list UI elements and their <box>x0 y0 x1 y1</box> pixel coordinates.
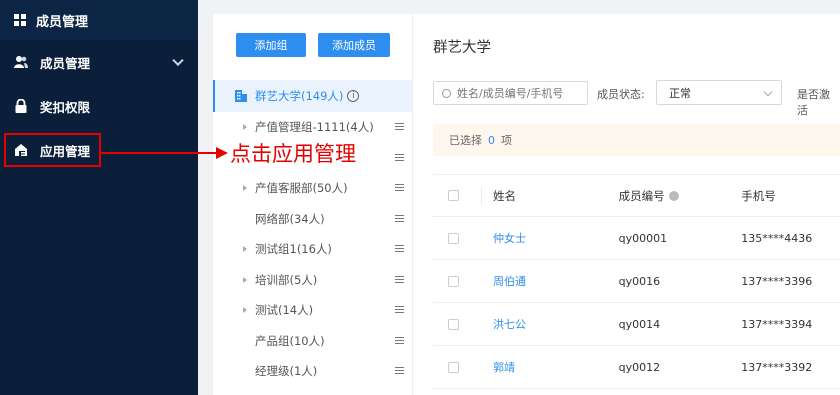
tree-node[interactable]: 测试组1(16人) <box>213 234 412 265</box>
chevron-down-icon <box>172 54 184 67</box>
selection-summary: 已选择 0 项 <box>433 124 840 156</box>
settings-icon[interactable] <box>395 245 404 253</box>
sidebar-item-label: 应用管理 <box>40 143 91 159</box>
tree-node[interactable]: 培训部(5人) <box>213 265 412 296</box>
tree-node[interactable]: 网络部(34人) <box>213 204 412 235</box>
row-checkbox[interactable] <box>448 232 459 244</box>
member-name-link[interactable]: 仲女士 <box>481 228 607 248</box>
tree-root-node[interactable]: 群艺大学(149人) i <box>213 80 412 112</box>
table-row[interactable]: 洪七公 qy0014 137****3394 <box>433 303 840 346</box>
member-table: 姓名 成员编号 手机号 仲女士 qy00001 135****4436 周伯通 … <box>433 174 840 389</box>
column-header-id-label: 成员编号 <box>618 188 665 203</box>
tree-node[interactable]: 产品组(10人) <box>213 326 412 357</box>
grid-icon <box>14 14 26 26</box>
caret-right-icon[interactable] <box>243 185 247 192</box>
tree-node-label: 经理级(1人) <box>255 364 318 379</box>
users-icon <box>14 55 28 69</box>
search-icon <box>442 88 451 98</box>
row-checkbox[interactable] <box>448 275 459 287</box>
select-all-checkbox[interactable] <box>448 190 459 201</box>
tree-root-label: 群艺大学(149人) <box>255 89 344 103</box>
app-icon <box>14 143 28 157</box>
tree-node-label: 测试组1(16人) <box>255 242 332 257</box>
member-id: qy00001 <box>618 231 668 245</box>
settings-icon[interactable] <box>395 153 404 162</box>
annotation-text: 点击应用管理 <box>230 138 356 168</box>
selected-suffix: 项 <box>501 134 512 147</box>
caret-right-icon[interactable] <box>243 276 247 283</box>
caret-right-icon[interactable] <box>243 246 247 253</box>
selected-prefix: 已选择 <box>449 134 482 147</box>
member-list-panel: 群艺大学 成员状态: 正常 是否激活 已选择 0 项 姓名 成员编号 手机号 仲… <box>412 14 840 395</box>
tree-node-label: 测试(14人) <box>255 303 314 318</box>
settings-icon[interactable] <box>395 336 404 345</box>
sidebar-item-member-management[interactable]: 成员管理 <box>0 40 198 84</box>
row-checkbox[interactable] <box>448 318 459 330</box>
caret-right-icon[interactable] <box>243 307 247 314</box>
settings-icon[interactable] <box>395 275 404 284</box>
settings-icon[interactable] <box>395 123 404 131</box>
tree-node[interactable]: 产值客服部(50人) <box>213 173 412 204</box>
member-phone: 137****3394 <box>741 317 813 331</box>
tree-node[interactable]: 经理级(1人) <box>213 356 412 387</box>
add-member-button[interactable]: 添加成员 <box>318 33 390 57</box>
member-id: qy0014 <box>618 317 661 331</box>
sidebar: 成员管理 成员管理 奖扣权限 应用管理 <box>0 0 198 395</box>
member-phone: 137****3392 <box>741 360 813 374</box>
member-name-link[interactable]: 郭靖 <box>481 357 607 377</box>
settings-icon[interactable] <box>395 214 404 223</box>
chevron-down-icon <box>763 87 773 97</box>
sidebar-item-label: 成员管理 <box>40 55 91 71</box>
member-id: qy0012 <box>618 360 661 374</box>
settings-icon[interactable] <box>395 184 404 192</box>
tree-node-label: 网络部(34人) <box>255 211 325 226</box>
tree-node[interactable]: 测试(14人) <box>213 295 412 326</box>
add-group-button[interactable]: 添加组 <box>236 33 306 57</box>
row-checkbox[interactable] <box>448 361 459 373</box>
search-box[interactable] <box>433 81 588 105</box>
search-input[interactable] <box>457 86 582 100</box>
lock-icon <box>14 99 28 113</box>
building-icon <box>235 90 247 102</box>
org-tree-panel: 添加组 添加成员 群艺大学(149人) i 产值管理组-1111(4人) 产值客… <box>213 14 412 395</box>
tree-node-label: 产值管理组-1111(4人) <box>255 120 374 135</box>
table-row[interactable]: 仲女士 qy00001 135****4436 <box>433 217 840 260</box>
sidebar-header: 成员管理 <box>0 0 198 40</box>
settings-icon[interactable] <box>395 306 404 314</box>
tree-node-label: 培训部(5人) <box>255 272 318 287</box>
info-icon[interactable]: i <box>347 90 360 102</box>
column-header-id[interactable]: 成员编号 <box>607 188 732 204</box>
member-phone: 137****3396 <box>741 274 813 288</box>
table-header: 姓名 成员编号 手机号 <box>433 174 840 217</box>
annotation-arrow-head <box>216 147 228 159</box>
member-id: qy0016 <box>618 274 661 288</box>
tree-node-label: 产值客服部(50人) <box>255 181 348 196</box>
settings-icon[interactable] <box>395 367 404 375</box>
member-name-link[interactable]: 周伯通 <box>481 271 607 291</box>
member-phone: 135****4436 <box>741 231 813 245</box>
tree-node-label: 产品组(10人) <box>255 333 325 348</box>
activated-filter-label: 是否激活 <box>797 88 830 117</box>
table-row[interactable]: 周伯通 qy0016 137****3396 <box>433 260 840 303</box>
member-name-link[interactable]: 洪七公 <box>481 314 607 334</box>
sidebar-item-label: 奖扣权限 <box>40 99 91 115</box>
sidebar-item-reward-permission[interactable]: 奖扣权限 <box>0 84 198 128</box>
status-select[interactable]: 正常 <box>656 80 782 105</box>
status-select-value: 正常 <box>669 86 691 100</box>
caret-right-icon[interactable] <box>243 124 247 131</box>
column-header-phone[interactable]: 手机号 <box>731 188 840 204</box>
status-filter-label: 成员状态: <box>597 88 645 101</box>
selected-count: 0 <box>488 133 495 147</box>
help-icon[interactable] <box>668 191 679 201</box>
sidebar-header-label: 成员管理 <box>36 14 89 30</box>
sidebar-item-app-management[interactable]: 应用管理 <box>4 133 101 167</box>
table-row[interactable]: 郭靖 qy0012 137****3392 <box>433 346 840 389</box>
column-header-name[interactable]: 姓名 <box>480 185 607 206</box>
page-title: 群艺大学 <box>433 40 491 56</box>
annotation-arrow-line <box>101 152 219 154</box>
